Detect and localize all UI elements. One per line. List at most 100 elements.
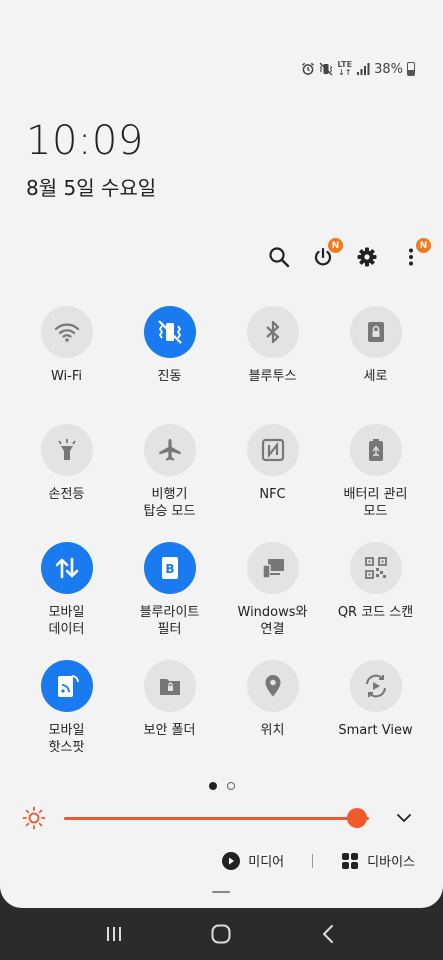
- header-actions: N N: [267, 238, 431, 274]
- tile-battery-saver[interactable]: 배터리 관리 모드: [324, 424, 427, 520]
- media-button[interactable]: 미디어: [222, 851, 284, 870]
- tile-link-windows[interactable]: Windows와 연결: [221, 542, 324, 638]
- tile-location[interactable]: 위치: [221, 660, 324, 756]
- back-icon: [323, 925, 334, 943]
- signal-icon: [356, 62, 370, 76]
- secure-folder-icon: [159, 679, 180, 695]
- tile-circle[interactable]: [246, 424, 299, 476]
- tile-bluetooth[interactable]: 블루투스: [221, 306, 324, 385]
- home-icon: [211, 924, 231, 944]
- tile-blue-light[interactable]: B 블루라이트 필터: [118, 542, 221, 638]
- tile-wifi[interactable]: Wi-Fi: [15, 306, 118, 385]
- tile-label: QR 코드 스캔: [337, 605, 414, 620]
- tile-smart-view[interactable]: Smart View: [324, 660, 427, 756]
- tile-circle[interactable]: [40, 542, 93, 594]
- tile-circle[interactable]: [246, 660, 299, 712]
- tile-label: 진동: [157, 369, 182, 384]
- lte-icon: LTE ↓↑: [337, 61, 352, 77]
- tile-qr-scan[interactable]: QR 코드 스캔: [324, 542, 427, 638]
- panel-drag-handle[interactable]: [212, 891, 230, 893]
- devices-label: 디바이스: [367, 855, 415, 870]
- clock-date[interactable]: 8월 5일 수요일: [26, 172, 156, 201]
- divider: [312, 853, 314, 868]
- tile-mobile-data[interactable]: 모바일 데이터: [15, 542, 118, 638]
- tile-hotspot[interactable]: 모바일 핫스팟: [15, 660, 118, 756]
- tile-secure-folder[interactable]: 보안 폴더: [118, 660, 221, 756]
- tile-circle[interactable]: B: [143, 542, 196, 594]
- quick-settings-panel: LTE ↓↑ 38% 10:09 8월 5일 수요일 N N Wi-Fi 진동 …: [0, 0, 443, 908]
- tile-circle[interactable]: [349, 542, 402, 594]
- devices-button[interactable]: 디바이스: [341, 851, 415, 870]
- power-badge: N: [328, 238, 343, 253]
- tile-circle[interactable]: [40, 424, 93, 476]
- tile-label: 배터리 관리 모드: [343, 487, 408, 519]
- home-button[interactable]: [201, 914, 241, 954]
- tile-label: Wi-Fi: [50, 369, 82, 384]
- tile-label: 모바일 데이터: [48, 605, 85, 637]
- tile-label: 위치: [260, 723, 285, 738]
- tile-label: 손전등: [48, 487, 85, 502]
- rotation-lock-icon: [367, 322, 384, 342]
- tile-airplane[interactable]: 비행기 탑승 모드: [118, 424, 221, 520]
- bluetooth-icon: [265, 320, 279, 344]
- flashlight-icon: [57, 439, 76, 460]
- tile-label: 블루라이트 필터: [139, 605, 200, 637]
- brightness-slider-handle[interactable]: [346, 808, 367, 828]
- brightness-slider[interactable]: [64, 817, 369, 820]
- tile-circle[interactable]: [246, 306, 299, 358]
- wifi-icon: [54, 323, 79, 342]
- status-bar: LTE ↓↑ 38%: [301, 60, 415, 78]
- tile-circle[interactable]: [143, 306, 196, 358]
- nfc-icon: [261, 438, 284, 462]
- tile-nfc[interactable]: NFC: [221, 424, 324, 520]
- back-button[interactable]: [309, 914, 349, 954]
- blue-light-icon: B: [161, 557, 178, 579]
- lte-arrows: ↓↑: [338, 68, 352, 77]
- clock-time[interactable]: 10:09: [26, 118, 144, 164]
- hotspot-icon: [57, 675, 79, 697]
- media-device-bar: 미디어 디바이스: [222, 851, 415, 870]
- settings-button[interactable]: [355, 240, 379, 274]
- mobile-data-icon: [55, 557, 78, 579]
- alarm-icon: [301, 62, 315, 76]
- more-options-button[interactable]: N: [399, 238, 431, 274]
- gear-icon: [357, 247, 377, 267]
- tile-label: Windows와 연결: [237, 605, 308, 637]
- tile-circle[interactable]: [40, 660, 93, 712]
- tile-label: NFC: [259, 487, 286, 502]
- tile-rotation[interactable]: 세로: [324, 306, 427, 385]
- tile-label: 보안 폴더: [143, 723, 196, 738]
- chevron-down-icon[interactable]: [394, 808, 414, 828]
- tile-circle[interactable]: [40, 306, 93, 358]
- tile-label: 세로: [363, 369, 388, 384]
- link-windows-icon: [261, 559, 284, 579]
- tile-circle[interactable]: [349, 660, 402, 712]
- page-indicator: [0, 782, 443, 790]
- search-button[interactable]: [267, 240, 291, 274]
- navigation-bar: [0, 908, 443, 960]
- tile-circle[interactable]: [349, 306, 402, 358]
- battery-saver-icon: [368, 439, 383, 461]
- tile-label: 모바일 핫스팟: [48, 723, 85, 755]
- recent-apps-icon: [106, 927, 121, 941]
- tile-circle[interactable]: [143, 424, 196, 476]
- qr-icon: [364, 557, 387, 579]
- page-dot[interactable]: [226, 782, 235, 790]
- power-button[interactable]: N: [311, 238, 343, 274]
- vibrate-icon: [157, 320, 182, 344]
- tile-flashlight[interactable]: 손전등: [15, 424, 118, 520]
- battery-icon: [407, 62, 415, 76]
- tile-circle[interactable]: [349, 424, 402, 476]
- brightness-control: [22, 806, 422, 830]
- vibrate-icon: [319, 62, 333, 76]
- media-label: 미디어: [248, 855, 285, 870]
- tile-vibrate[interactable]: 진동: [118, 306, 221, 385]
- smart-view-icon: [365, 674, 386, 698]
- page-dot-active[interactable]: [208, 782, 217, 790]
- tile-circle[interactable]: [143, 660, 196, 712]
- more-badge: N: [416, 238, 431, 253]
- brightness-sun-icon: [22, 806, 46, 830]
- recent-apps-button[interactable]: [94, 914, 134, 954]
- svg-text:B: B: [165, 562, 174, 576]
- tile-circle[interactable]: [246, 542, 299, 594]
